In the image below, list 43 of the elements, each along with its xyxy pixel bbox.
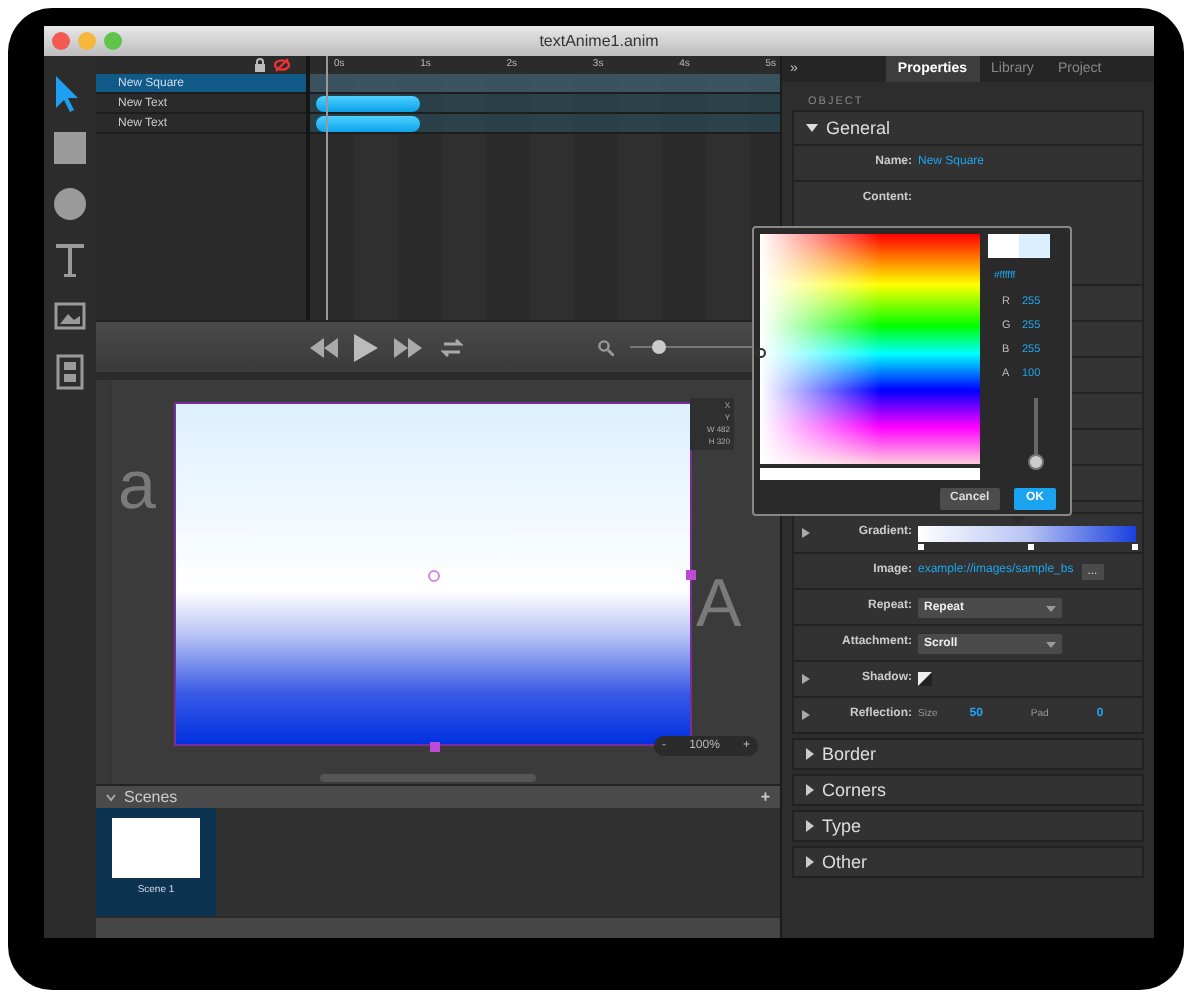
- loop-icon[interactable]: [438, 337, 466, 357]
- rewind-icon[interactable]: [310, 337, 338, 357]
- color-strip[interactable]: [760, 468, 980, 480]
- animation-clip[interactable]: [316, 96, 420, 112]
- disclosure-triangle-icon[interactable]: [806, 820, 814, 832]
- add-scene-button[interactable]: +: [760, 785, 770, 809]
- section-header[interactable]: Corners: [792, 774, 1144, 806]
- caret-icon: [1046, 641, 1056, 647]
- disclosure-triangle-icon[interactable]: [802, 674, 810, 684]
- scenes-title: Scenes: [124, 785, 178, 809]
- lock-icon: [254, 58, 266, 72]
- gradient-rectangle[interactable]: [174, 402, 692, 746]
- section-header[interactable]: Type: [792, 810, 1144, 842]
- window-title: textAnime1.anim: [539, 30, 659, 54]
- track-row[interactable]: [310, 94, 780, 114]
- color-spectrum[interactable]: [760, 234, 980, 464]
- chevron-icon[interactable]: [106, 793, 116, 801]
- color-swatch: [988, 234, 1050, 258]
- text-tool-icon[interactable]: [50, 240, 90, 280]
- disclosure-triangle-icon[interactable]: [802, 710, 810, 720]
- caret-icon: [1046, 605, 1056, 611]
- alpha-slider[interactable]: [1028, 398, 1044, 470]
- resize-handle[interactable]: [430, 742, 440, 752]
- center-point-icon: [428, 570, 440, 582]
- section-header[interactable]: Border: [792, 738, 1144, 770]
- track-row[interactable]: [310, 114, 780, 134]
- search-icon: [598, 339, 614, 355]
- resize-handle[interactable]: [686, 570, 696, 580]
- shadow-swatch[interactable]: [918, 672, 932, 686]
- fast-forward-icon[interactable]: [394, 337, 422, 357]
- disclosure-triangle-icon[interactable]: [806, 122, 818, 134]
- section-title: General: [826, 116, 891, 142]
- disclosure-triangle-icon[interactable]: [806, 784, 814, 796]
- disclosure-triangle-icon[interactable]: [802, 528, 810, 538]
- disclosure-triangle-icon[interactable]: [806, 856, 814, 868]
- scene-thumbnail: [112, 818, 200, 878]
- circle-tool-icon[interactable]: [50, 184, 90, 224]
- section-header[interactable]: Other: [792, 846, 1144, 878]
- visibility-icon: [274, 58, 290, 72]
- disclosure-triangle-icon[interactable]: [806, 748, 814, 760]
- rectangle-tool-icon[interactable]: [50, 128, 90, 168]
- animation-clip[interactable]: [316, 116, 420, 132]
- play-icon[interactable]: [354, 333, 378, 361]
